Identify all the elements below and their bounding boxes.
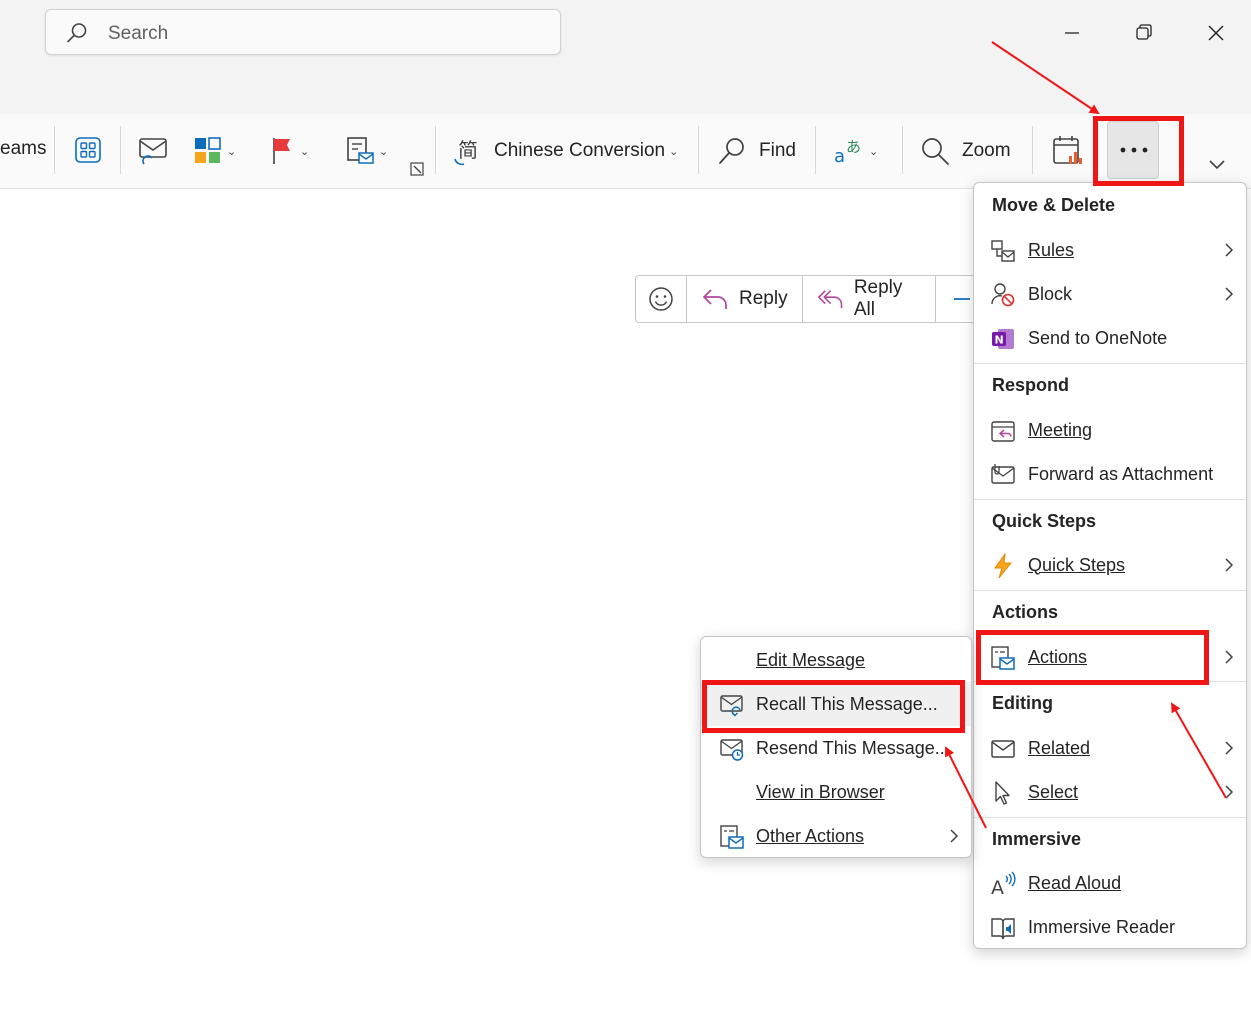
arrow-to-actions <box>1171 702 1227 799</box>
arrow-to-more-options <box>991 41 1100 115</box>
annotation-arrows <box>945 41 1227 829</box>
arrow-to-recall <box>945 746 987 829</box>
